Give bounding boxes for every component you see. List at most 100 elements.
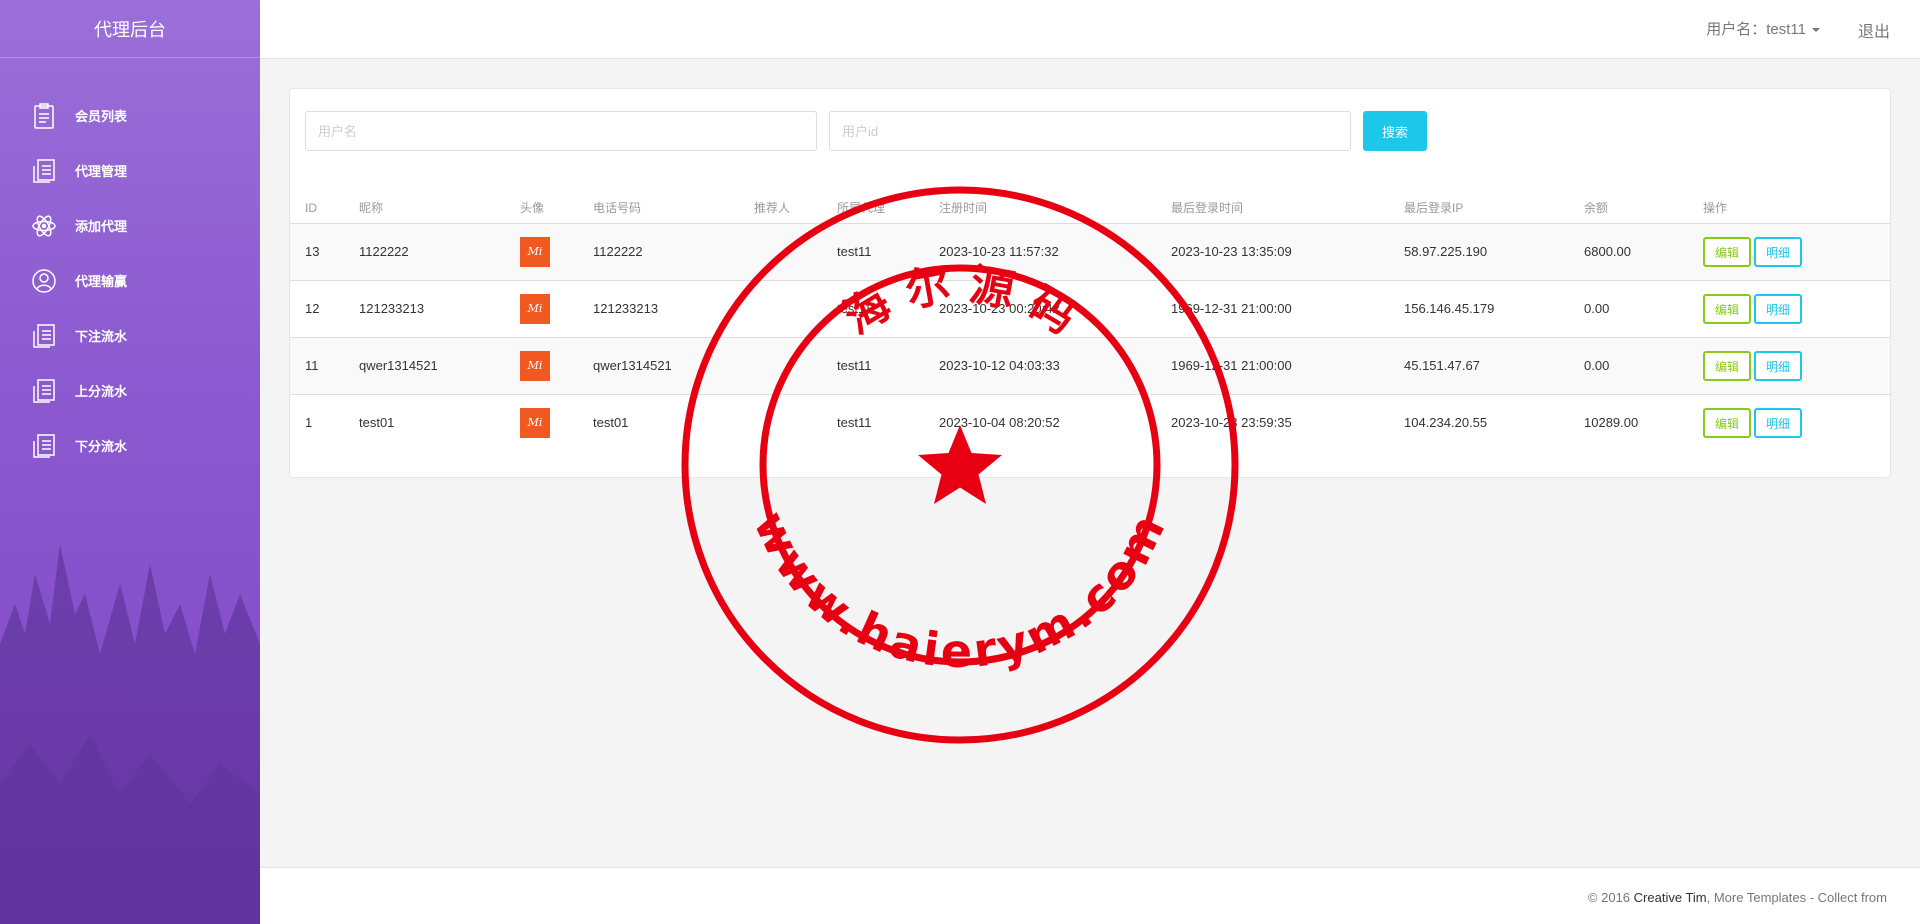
userid-search-input[interactable] bbox=[829, 111, 1351, 151]
sidebar-item-bet-flow[interactable]: 下注流水 bbox=[0, 308, 260, 363]
footer-brand-link[interactable]: Creative Tim bbox=[1634, 890, 1707, 905]
member-list-card: 搜索 ID 昵称 头像 电话号码 推荐人 所属代理 注册时间 最后登录时间 最后… bbox=[289, 88, 1891, 478]
cell-nickname: 1122222 bbox=[359, 223, 520, 281]
cell-id: 11 bbox=[290, 337, 359, 395]
sidebar-item-label: 代理输赢 bbox=[75, 274, 128, 289]
sidebar-item-label: 下分流水 bbox=[75, 439, 128, 454]
cell-nickname: qwer1314521 bbox=[359, 337, 520, 395]
avatar: Mi bbox=[520, 293, 550, 324]
cell-id: 1 bbox=[305, 415, 313, 431]
footer-prefix: © 2016 bbox=[1587, 890, 1634, 905]
cell-last-login-ip: 58.97.225.190 bbox=[1404, 223, 1584, 281]
topbar: 用户名：test11 退出 bbox=[260, 0, 1920, 59]
cell-phone: qwer1314521 bbox=[593, 337, 754, 395]
document-list-icon bbox=[33, 158, 55, 183]
col-header-referrer: 推荐人 bbox=[754, 193, 837, 224]
cell-agent: test11 bbox=[837, 223, 939, 281]
document-list-icon bbox=[33, 323, 55, 348]
cell-last-login-time: 2023-10-23 13:35:09 bbox=[1171, 223, 1404, 281]
avatar: Mi bbox=[520, 407, 550, 438]
detail-button[interactable]: 明细 bbox=[1754, 293, 1803, 324]
cell-balance: 0.00 bbox=[1584, 280, 1703, 338]
col-header-last-login-ip: 最后登录IP bbox=[1404, 193, 1584, 224]
sidebar-item-label: 上分流水 bbox=[75, 384, 128, 399]
user-label: 用户名：test11 bbox=[1706, 21, 1806, 38]
detail-button[interactable]: 明细 bbox=[1754, 407, 1803, 438]
user-circle-icon bbox=[32, 268, 56, 293]
sidebar-item-credit-out-flow[interactable]: 下分流水 bbox=[0, 418, 260, 473]
edit-button[interactable]: 编辑 bbox=[1703, 293, 1752, 324]
avatar: Mi bbox=[520, 350, 550, 381]
search-button[interactable]: 搜索 bbox=[1363, 111, 1427, 151]
edit-button[interactable]: 编辑 bbox=[1703, 236, 1752, 267]
cell-nickname: test01 bbox=[359, 415, 395, 431]
cell-avatar: Mi bbox=[520, 394, 593, 451]
cell-avatar: Mi bbox=[520, 280, 593, 338]
cell-agent: test11 bbox=[837, 280, 939, 338]
cell-referrer bbox=[754, 337, 837, 395]
watermark-bottom-text: www.haierym.com bbox=[743, 503, 1177, 678]
atom-icon bbox=[32, 214, 56, 237]
forest-background-image bbox=[0, 544, 260, 924]
sidebar-item-label: 下注流水 bbox=[75, 329, 128, 344]
cell-last-login-time: 2023-10-23 23:59:35 bbox=[1171, 415, 1292, 431]
footer: © 2016 Creative Tim, More Templates - Co… bbox=[260, 867, 1920, 924]
cell-balance: 6800.00 bbox=[1584, 223, 1703, 281]
cell-register-time: 2023-10-23 00:20:42 bbox=[939, 280, 1171, 338]
col-header-register-time: 注册时间 bbox=[939, 193, 1171, 224]
sidebar-item-label: 添加代理 bbox=[75, 219, 128, 234]
table-header-row: ID 昵称 头像 电话号码 推荐人 所属代理 注册时间 最后登录时间 最后登录I… bbox=[290, 193, 1890, 224]
edit-button[interactable]: 编辑 bbox=[1703, 407, 1752, 438]
logout-link[interactable]: 退出 bbox=[1858, 18, 1890, 42]
col-header-phone: 电话号码 bbox=[593, 193, 754, 224]
cell-referrer bbox=[754, 223, 837, 281]
sidebar-item-agent-winloss[interactable]: 代理输赢 bbox=[0, 253, 260, 308]
cell-register-time: 2023-10-12 04:03:33 bbox=[939, 337, 1171, 395]
cell-agent: test11 bbox=[837, 337, 939, 395]
search-bar: 搜索 bbox=[305, 111, 1427, 151]
brand-title: 代理后台 bbox=[0, 0, 260, 58]
cell-phone: 121233213 bbox=[593, 280, 754, 338]
sidebar-item-agent-management[interactable]: 代理管理 bbox=[0, 143, 260, 198]
col-header-last-login-time: 最后登录时间 bbox=[1171, 193, 1404, 224]
cell-last-login-time: 1969-12-31 21:00:00 bbox=[1171, 280, 1404, 338]
cell-actions: 编辑 明细 bbox=[1703, 280, 1890, 338]
cell-register-time: 2023-10-23 11:57:32 bbox=[939, 223, 1171, 281]
edit-button[interactable]: 编辑 bbox=[1703, 350, 1752, 381]
user-dropdown[interactable]: 用户名：test11 bbox=[1706, 18, 1820, 39]
cell-id: 13 bbox=[290, 223, 359, 281]
cell-nickname: 121233213 bbox=[359, 280, 520, 338]
sidebar-item-member-list[interactable]: 会员列表 bbox=[0, 88, 260, 143]
col-header-avatar: 头像 bbox=[520, 193, 593, 224]
detail-button[interactable]: 明细 bbox=[1754, 350, 1803, 381]
col-header-actions: 操作 bbox=[1703, 193, 1890, 224]
footer-suffix: , More Templates - Collect from bbox=[1706, 890, 1887, 905]
member-table: ID 昵称 头像 电话号码 推荐人 所属代理 注册时间 最后登录时间 最后登录I… bbox=[290, 193, 1890, 451]
sidebar: 代理后台 会员列表 代理管理 添加代理 代理输赢 下注流水 上分流水 下分流水 bbox=[0, 0, 260, 924]
cell-avatar: Mi bbox=[520, 223, 593, 281]
cell-last-login-ip: 45.151.47.67 bbox=[1404, 337, 1584, 395]
cell-last-login-ip: 104.234.20.55 bbox=[1404, 415, 1488, 431]
cell-phone: test01 bbox=[593, 415, 629, 431]
table-row: 13 1122222 Mi 1122222 test11 2023-10-23 … bbox=[290, 223, 1890, 281]
sidebar-nav: 会员列表 代理管理 添加代理 代理输赢 下注流水 上分流水 下分流水 bbox=[0, 88, 260, 473]
cell-id: 12 bbox=[290, 280, 359, 338]
document-list-icon bbox=[33, 378, 55, 403]
clipboard-icon bbox=[34, 102, 54, 129]
sidebar-item-add-agent[interactable]: 添加代理 bbox=[0, 198, 260, 253]
detail-button[interactable]: 明细 bbox=[1754, 236, 1803, 267]
col-header-balance: 余额 bbox=[1584, 193, 1703, 224]
table-row: 12 121233213 Mi 121233213 test11 2023-10… bbox=[290, 280, 1890, 338]
username-search-input[interactable] bbox=[305, 111, 817, 151]
cell-phone: 1122222 bbox=[593, 223, 754, 281]
table-row: 11 qwer1314521 Mi qwer1314521 test11 202… bbox=[290, 337, 1890, 395]
caret-down-icon bbox=[1812, 28, 1820, 33]
sidebar-item-label: 会员列表 bbox=[75, 109, 128, 124]
sidebar-item-credit-in-flow[interactable]: 上分流水 bbox=[0, 363, 260, 418]
col-header-agent: 所属代理 bbox=[837, 193, 939, 224]
cell-referrer bbox=[754, 394, 837, 451]
cell-actions: 编辑 明细 bbox=[1703, 223, 1890, 281]
cell-balance: 10289.00 bbox=[1584, 415, 1639, 431]
cell-last-login-time: 1969-12-31 21:00:00 bbox=[1171, 337, 1404, 395]
cell-referrer bbox=[754, 280, 837, 338]
